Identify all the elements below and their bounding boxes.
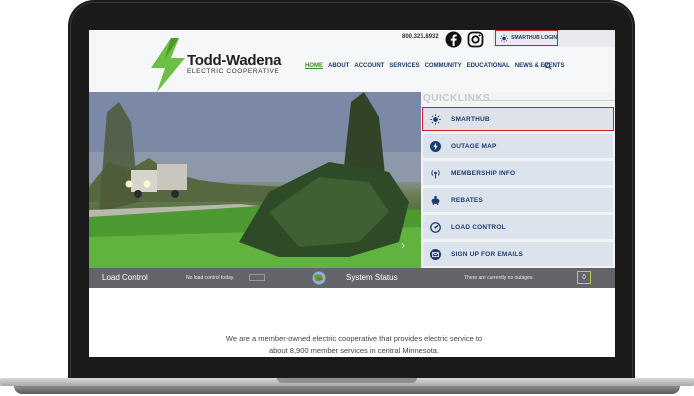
laptop-base — [0, 378, 694, 396]
carousel-next-arrow[interactable]: › — [401, 238, 405, 252]
website-screen: 800.321.8932 SMARTHUB LOGIN Todd-Wadena … — [89, 30, 615, 357]
quicklink-smarthub[interactable]: SMARTHUB — [422, 107, 614, 131]
piggy-bank-icon — [429, 194, 441, 206]
nav-item-account[interactable]: ACCOUNT — [354, 63, 384, 69]
mission-statement: We are a member-owned electric cooperati… — [149, 333, 559, 357]
lightning-bolt-logo[interactable] — [149, 38, 189, 92]
storm-damage-photo — [89, 92, 421, 268]
nav-item-services[interactable]: SERVICES — [389, 63, 419, 69]
quicklink-label: SMARTHUB — [451, 115, 490, 123]
nav-item-educational[interactable]: EDUCATIONAL — [467, 63, 510, 69]
broadcast-icon — [429, 167, 441, 179]
nav-item-community[interactable]: COMMUNITY — [425, 63, 462, 69]
load-control-title: Load Control — [102, 273, 148, 282]
outage-text: There are currently no outages. — [464, 275, 534, 281]
mission-line-2: about 8,900 member services in central M… — [268, 346, 440, 355]
sun-icon — [500, 34, 508, 42]
nav-item-home[interactable]: HOME — [305, 63, 323, 69]
quicklinks-heading: QUICKLINKS — [423, 93, 491, 104]
gauge-icon — [429, 221, 441, 233]
email-icon — [429, 248, 441, 260]
quicklink-label: REBATES — [451, 196, 483, 204]
quicklink-rebates[interactable]: REBATES — [423, 188, 613, 212]
nav-item-news-events[interactable]: NEWS & EVENTS — [515, 63, 565, 69]
laptop-notch — [277, 378, 417, 383]
site-header: 800.321.8932 SMARTHUB LOGIN Todd-Wadena … — [89, 30, 615, 92]
logo-subtitle: ELECTRIC COOPERATIVE — [187, 68, 280, 75]
status-bar: Load Control No load control today. Syst… — [89, 268, 615, 288]
nav-item-about[interactable]: ABOUT — [328, 63, 349, 69]
main-navigation: HOME ABOUT ACCOUNT SERVICES COMMUNITY ED… — [305, 63, 564, 69]
sun-icon — [429, 113, 441, 125]
search-icon[interactable] — [544, 62, 552, 70]
load-control-status-badge — [249, 274, 265, 281]
load-control-text: No load control today. — [186, 275, 235, 281]
hero-image: › — [89, 92, 421, 268]
laptop-base-bottom — [14, 386, 680, 394]
outage-count-badge[interactable]: 0 — [577, 271, 591, 284]
system-status-title: System Status — [346, 273, 398, 282]
mission-line-1: We are a member-owned electric cooperati… — [225, 334, 483, 343]
quicklink-outage-map[interactable]: OUTAGE MAP — [423, 134, 613, 158]
phone-number[interactable]: 800.321.8932 — [402, 34, 439, 40]
quicklink-label: MEMBERSHIP INFO — [451, 169, 516, 177]
quicklink-load-control[interactable]: LOAD CONTROL — [423, 215, 613, 239]
quicklink-label: SIGN UP FOR EMAILS — [451, 250, 524, 258]
quicklink-label: OUTAGE MAP — [451, 142, 497, 150]
quicklink-label: LOAD CONTROL — [451, 223, 506, 231]
smarthub-login-label: SMARTHUB LOGIN — [511, 35, 557, 41]
logo-title[interactable]: Todd-Wadena — [187, 52, 281, 69]
instagram-icon[interactable] — [467, 31, 484, 48]
facebook-icon[interactable] — [445, 31, 462, 48]
quicklink-membership-info[interactable]: MEMBERSHIP INFO — [423, 161, 613, 185]
smarthub-login-button[interactable]: SMARTHUB LOGIN — [495, 30, 558, 46]
status-indicator-icon — [312, 271, 326, 285]
quicklinks-divider — [474, 100, 615, 101]
quicklink-sign-up-emails[interactable]: SIGN UP FOR EMAILS — [423, 242, 613, 266]
power-bolt-icon — [429, 140, 441, 152]
quicklinks-panel: QUICKLINKS SMARTHUB OUTAGE MAP MEMBERSHI… — [421, 92, 615, 268]
